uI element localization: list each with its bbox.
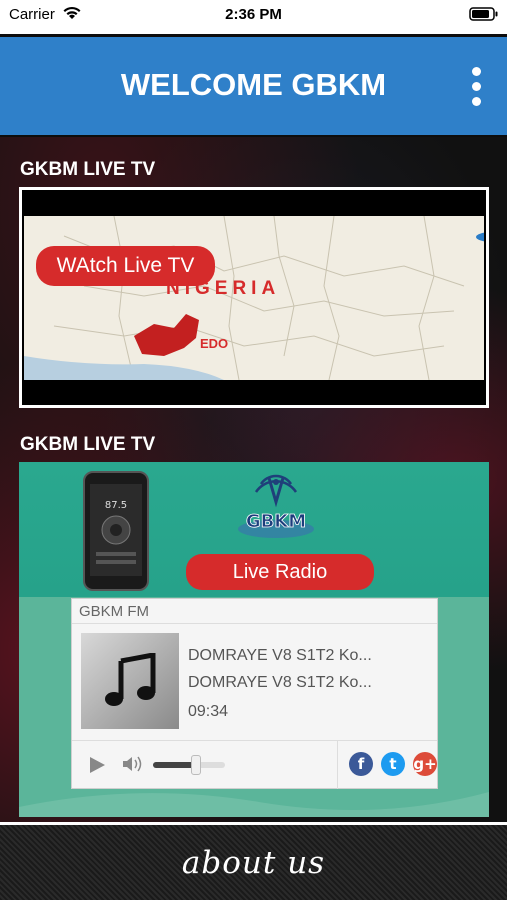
track-time: 09:34 (188, 703, 229, 720)
smartphone-radio-icon: 87.5 (82, 470, 150, 597)
page-title: WELCOME GBKM (120, 67, 387, 102)
battery-icon (469, 7, 499, 25)
live-tv-thumbnail[interactable]: WAtch Live TV NIGERIA EDO (19, 187, 489, 408)
music-note-icon (105, 653, 156, 706)
volume-level (153, 762, 197, 768)
map-country-label: NIGERIA (166, 278, 281, 299)
facebook-icon[interactable]: f (349, 752, 373, 776)
status-time: 2:36 PM (225, 6, 282, 23)
track-title: DOMRAYE V8 S1T2 Ko... (188, 647, 372, 664)
section-title-live-radio: GKBM LIVE TV (20, 434, 156, 455)
station-name: GBKM FM (72, 599, 437, 624)
section-title-live-tv: GKBM LIVE TV (20, 159, 156, 180)
nigeria-map-image: WAtch Live TV NIGERIA EDO (24, 216, 484, 380)
gbkm-logo-text: GBKM (246, 511, 306, 532)
phone-frequency-label: 87.5 (105, 500, 127, 511)
live-radio-card: 87.5 GBKM Live Radio GBKM FM DOMRAYE V8 … (19, 462, 489, 817)
radio-player: GBKM FM DOMRAYE V8 S1T2 Ko... DOMRAYE V8… (71, 598, 438, 789)
volume-icon[interactable] (122, 755, 144, 778)
live-radio-button[interactable]: Live Radio (186, 554, 374, 590)
volume-slider[interactable] (153, 755, 225, 775)
album-art (81, 633, 179, 729)
map-state-label: EDO (200, 336, 229, 351)
radio-banner: 87.5 GBKM Live Radio (19, 462, 489, 597)
twitter-icon[interactable]: t (381, 752, 405, 776)
track-artist: DOMRAYE V8 S1T2 Ko... (188, 674, 372, 691)
gbkm-logo: GBKM (231, 472, 321, 557)
status-bar: Carrier 2:36 PM (0, 0, 507, 34)
more-vertical-icon[interactable] (469, 67, 483, 107)
google-plus-icon[interactable]: g+ (413, 752, 437, 776)
play-icon[interactable] (88, 756, 106, 779)
about-us-label: about us (181, 845, 326, 881)
about-us-button[interactable]: about us (0, 822, 507, 900)
volume-handle[interactable] (191, 755, 202, 775)
decorative-wave (19, 792, 489, 817)
app-header: WELCOME GBKM (0, 37, 507, 135)
